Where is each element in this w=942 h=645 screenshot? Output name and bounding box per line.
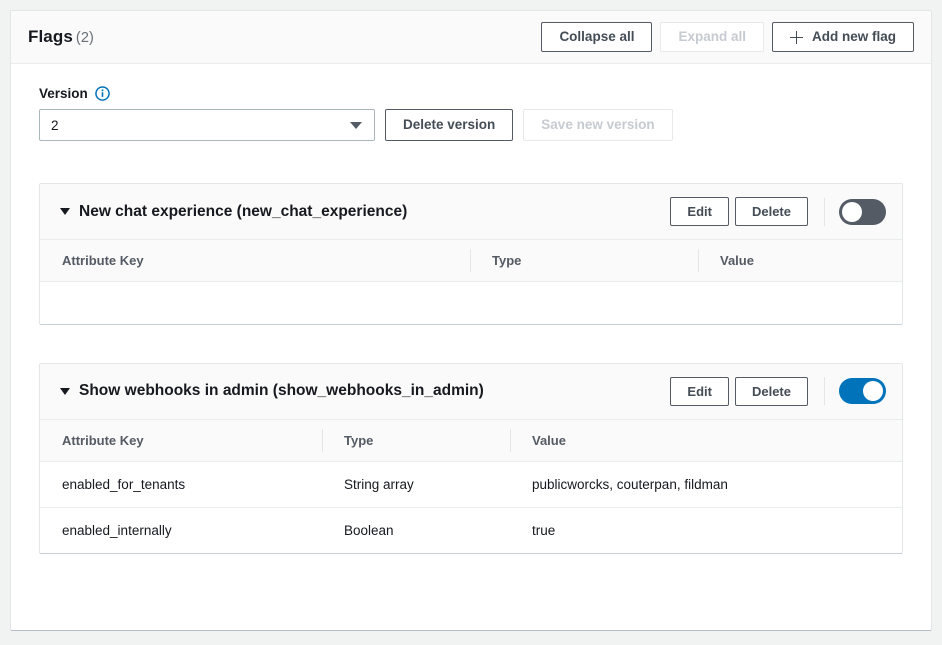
cell-type: Boolean (322, 507, 510, 553)
flag-title: New chat experience (new_chat_experience… (79, 203, 407, 221)
caret-down-icon[interactable] (60, 388, 70, 395)
header-actions: Collapse all Expand all Add new flag (541, 22, 914, 52)
edit-button[interactable]: Edit (670, 377, 729, 406)
flag-card-actions: Edit Delete (670, 197, 886, 226)
flags-panel: Flags(2) Collapse all Expand all Add new… (10, 10, 932, 631)
delete-button[interactable]: Delete (735, 377, 808, 406)
table-header-row: Attribute Key Type Value (40, 240, 902, 282)
flag-card-header: Show webhooks in admin (show_webhooks_in… (40, 364, 902, 420)
save-new-version-button[interactable]: Save new version (523, 109, 672, 141)
cell-value: publicworcks, couterpan, fildman (510, 461, 902, 507)
edit-button[interactable]: Edit (670, 197, 729, 226)
version-select-value: 2 (51, 118, 59, 133)
column-header-value: Value (698, 240, 902, 282)
version-label-row: Version (39, 86, 931, 101)
cell-type: String array (322, 461, 510, 507)
flag-key: (show_webhooks_in_admin) (273, 382, 484, 399)
version-label: Version (39, 86, 88, 101)
flag-cards: New chat experience (new_chat_experience… (11, 183, 931, 554)
column-header-attribute-key: Attribute Key (40, 240, 470, 282)
divider (824, 198, 825, 226)
table-header-row: Attribute Key Type Value (40, 420, 902, 462)
attributes-table: Attribute Key Type Value enabled_for_ten… (40, 420, 902, 553)
flag-name: New chat experience (79, 203, 232, 220)
flags-page: Flags(2) Collapse all Expand all Add new… (0, 0, 942, 645)
add-new-flag-button[interactable]: Add new flag (772, 22, 914, 52)
flag-card-actions: Edit Delete (670, 377, 886, 406)
plus-icon (790, 31, 803, 44)
table-row: enabled_for_tenants String array publicw… (40, 461, 902, 507)
flag-name: Show webhooks in admin (79, 382, 268, 399)
toggle-knob (863, 381, 883, 401)
table-empty-row (40, 282, 902, 324)
cell-attribute-key: enabled_internally (40, 507, 322, 553)
cell-attribute-key: enabled_for_tenants (40, 461, 322, 507)
delete-button[interactable]: Delete (735, 197, 808, 226)
page-title-text: Flags (28, 27, 73, 46)
flag-card: New chat experience (new_chat_experience… (39, 183, 903, 325)
version-select[interactable]: 2 (39, 109, 375, 141)
version-block: Version 2 Delete version Save new versio… (11, 64, 931, 141)
column-header-attribute-key: Attribute Key (40, 420, 322, 462)
toggle-knob (842, 202, 862, 222)
column-header-value: Value (510, 420, 902, 462)
flag-enabled-toggle[interactable] (839, 378, 886, 404)
flag-card: Show webhooks in admin (show_webhooks_in… (39, 363, 903, 554)
chevron-down-icon (350, 122, 362, 129)
info-circle-icon[interactable] (95, 86, 110, 101)
add-new-flag-label: Add new flag (812, 30, 896, 44)
cell-value: true (510, 507, 902, 553)
flag-card-header: New chat experience (new_chat_experience… (40, 184, 902, 240)
collapse-all-button[interactable]: Collapse all (541, 22, 652, 52)
page-title: Flags(2) (28, 27, 94, 47)
version-controls: 2 Delete version Save new version (39, 109, 931, 141)
divider (824, 377, 825, 405)
attributes-table: Attribute Key Type Value (40, 240, 902, 324)
panel-header: Flags(2) Collapse all Expand all Add new… (11, 11, 931, 64)
caret-down-icon[interactable] (60, 208, 70, 215)
expand-all-button[interactable]: Expand all (660, 22, 764, 52)
flag-enabled-toggle[interactable] (839, 199, 886, 225)
column-header-type: Type (470, 240, 698, 282)
flag-title: Show webhooks in admin (show_webhooks_in… (79, 382, 484, 400)
flags-count: (2) (76, 30, 94, 46)
delete-version-button[interactable]: Delete version (385, 109, 513, 141)
table-row: enabled_internally Boolean true (40, 507, 902, 553)
column-header-type: Type (322, 420, 510, 462)
flag-key: (new_chat_experience) (237, 203, 408, 220)
